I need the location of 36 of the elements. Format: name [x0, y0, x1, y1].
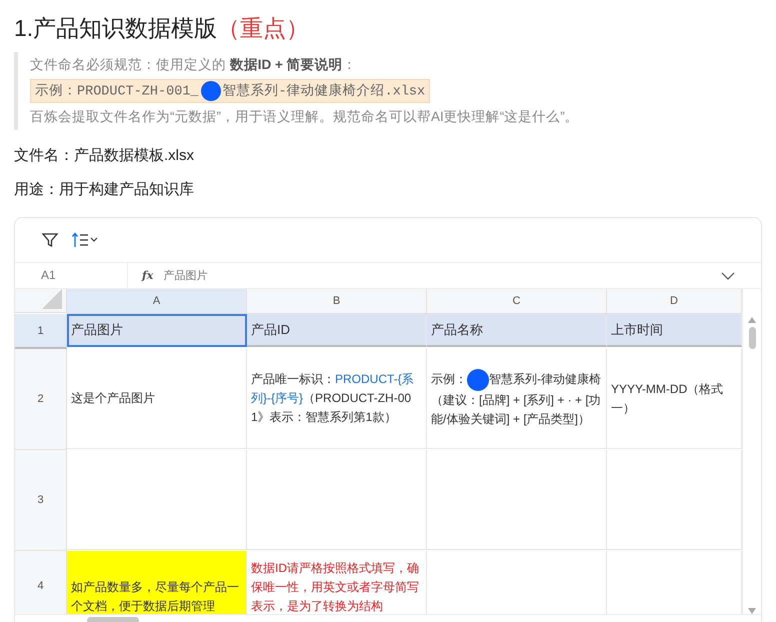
naming-rule-text: 文件命名必须规范：使用定义的 数据ID + 简要说明：	[30, 56, 358, 74]
formula-field[interactable]: 产品图片	[163, 268, 721, 283]
title-emphasis: （重点）	[217, 15, 310, 41]
table-cell: 产品唯一标识：PRODUCT-{系列}-{序号}（PRODUCT-ZH-001》表示：智慧系列第1款）	[247, 349, 427, 449]
column-header[interactable]: D	[607, 289, 742, 314]
column-header[interactable]: C	[427, 289, 607, 314]
chevron-down-icon[interactable]	[721, 270, 735, 280]
function-label: fx	[142, 269, 154, 282]
row-header[interactable]: 4	[15, 551, 67, 614]
table-cell: 上市时间	[607, 314, 742, 347]
table-cell: 如产品数量多，尽量每个产品一个文档，便于数据后期管理	[67, 551, 247, 614]
select-all-icon[interactable]	[42, 289, 62, 309]
cell-name-box[interactable]: A1	[15, 263, 128, 288]
purpose-text: 用途：用于构建产品知识库	[14, 180, 195, 200]
table-cell: 这是个产品图片	[67, 349, 247, 449]
row-header[interactable]: 2	[15, 349, 67, 450]
scroll-thumb[interactable]	[748, 327, 756, 349]
row-header[interactable]: 1	[15, 314, 67, 349]
column-header[interactable]: B	[247, 289, 427, 314]
column-header[interactable]: A	[67, 289, 247, 314]
row-header[interactable]: 3	[15, 450, 67, 551]
table-cell: 产品ID	[247, 314, 427, 347]
scroll-thumb[interactable]	[87, 617, 139, 622]
filter-icon[interactable]	[41, 231, 59, 249]
page-title: 1.产品知识数据模版	[14, 15, 218, 41]
explanation-text: 百炼会提取文件名作为“元数据”，用于语义理解。规范命名可以帮AI更快理解“这是什么”。	[30, 108, 580, 126]
horizontal-scrollbar[interactable]	[15, 614, 761, 622]
table-cell: 示例： 智慧系列-律动健康椅（建议：[品牌] + [系列] + · + [功能/体验关键词] + [产品类型]）	[427, 349, 607, 449]
file-name-text: 文件名：产品数据模板.xlsx	[14, 146, 195, 166]
example-filename: 示例：PRODUCT-ZH-001_ 智慧系列-律动健康椅介绍.xlsx	[30, 79, 430, 103]
table-cell: 数据ID请严格按照格式填写，确保唯一性，用英文或者字母简写表示，是为了转换为结构	[247, 551, 427, 614]
table-cell: YYYY-MM-DD（格式一）	[607, 349, 742, 449]
scroll-down-icon[interactable]	[748, 608, 756, 614]
table-cell: 产品名称	[427, 314, 607, 347]
table-cell: 产品图片	[67, 314, 247, 347]
scroll-up-icon[interactable]	[748, 317, 756, 323]
